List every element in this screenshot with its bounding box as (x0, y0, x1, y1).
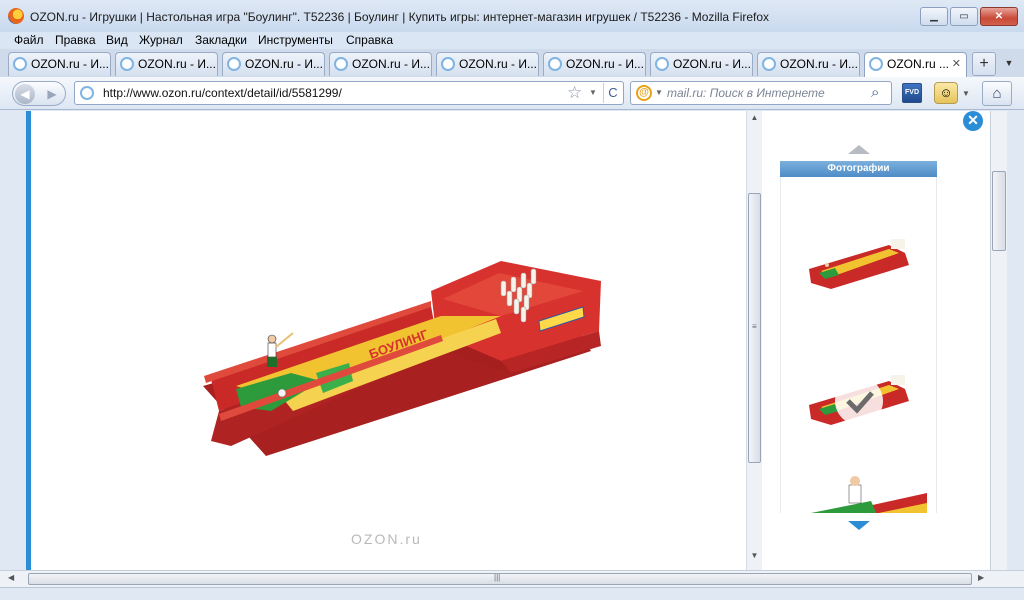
new-tab-button[interactable]: + (972, 52, 996, 76)
ozon-watermark: OZON.ru (351, 531, 422, 547)
scroll-up-arrow-icon[interactable]: ▲ (747, 113, 762, 127)
ozon-favicon-icon (869, 57, 883, 71)
photos-header: Фотографии (780, 161, 937, 177)
photo-thumbnail-2-selected[interactable] (791, 343, 927, 443)
tab-3[interactable]: OZON.ru - И... (222, 52, 325, 76)
menu-view[interactable]: Вид (106, 33, 128, 47)
page-content: БОУЛИНГ OZON.ru ▲ ≡ ▼ ✕ Фотографии ◀ |||… (0, 111, 1024, 600)
url-bar[interactable]: http://www.ozon.ru/context/detail/id/558… (74, 81, 624, 105)
menu-help[interactable]: Справка (346, 33, 393, 47)
scroll-down-arrow-icon[interactable]: ▼ (747, 551, 762, 565)
addon-dropdown-icon[interactable]: ▼ (962, 89, 970, 98)
menu-edit[interactable]: Правка (55, 33, 96, 47)
tab-label: OZON.ru - И... (352, 57, 430, 71)
history-dropdown-icon[interactable]: ▼ (589, 88, 597, 97)
thumbnail-list (780, 177, 937, 513)
search-bar[interactable]: @ ▼ mail.ru: Поиск в Интернете ⌕ (630, 81, 892, 105)
search-icon[interactable]: ⌕ (871, 84, 879, 101)
close-viewer-button[interactable]: ✕ (963, 111, 983, 131)
scroll-right-arrow-icon[interactable]: ▶ (978, 573, 984, 582)
ozon-favicon-icon (548, 57, 562, 71)
bookmark-star-icon[interactable]: ☆ (567, 83, 582, 103)
tab-label: OZON.ru - И... (780, 57, 858, 71)
url-text[interactable]: http://www.ozon.ru/context/detail/id/558… (103, 86, 342, 100)
site-identity-icon[interactable] (80, 86, 94, 100)
ozon-favicon-icon (762, 57, 776, 71)
bowling-toy-image: БОУЛИНГ (203, 261, 601, 456)
tab-9-active[interactable]: OZON.ru ... ✕ (864, 52, 967, 77)
tab-label: OZON.ru - И... (138, 57, 216, 71)
back-forward-group: ◀ ▶ (12, 81, 66, 106)
page-scrollbar[interactable] (990, 111, 1007, 570)
ozon-favicon-icon (441, 57, 455, 71)
tab-8[interactable]: OZON.ru - И... (757, 52, 860, 76)
horizontal-scroll-thumb[interactable]: ||| (28, 573, 972, 585)
viewer-scroll-thumb[interactable]: ≡ (748, 193, 761, 463)
home-button[interactable]: ⌂ (982, 81, 1012, 106)
tab-bar: OZON.ru - И... OZON.ru - И... OZON.ru - … (0, 49, 1024, 77)
tab-list-button[interactable]: ▼ (999, 52, 1019, 76)
back-button[interactable]: ◀ (15, 84, 35, 104)
status-bar (0, 587, 1024, 600)
forward-button[interactable]: ▶ (43, 85, 61, 103)
menu-bookmarks[interactable]: Закладки (195, 33, 247, 47)
tab-2[interactable]: OZON.ru - И... (115, 52, 218, 76)
ozon-favicon-icon (334, 57, 348, 71)
scroll-left-arrow-icon[interactable]: ◀ (8, 573, 14, 582)
reload-button[interactable]: C (603, 83, 622, 103)
scroll-grip-icon: ≡ (752, 322, 757, 331)
tab-label: OZON.ru - И... (459, 57, 537, 71)
tab-4[interactable]: OZON.ru - И... (329, 52, 432, 76)
addon-smiley-button[interactable]: ☺ (934, 82, 958, 104)
menu-tools[interactable]: Инструменты (258, 33, 333, 47)
tab-label: OZON.ru - И... (566, 57, 644, 71)
page-right-margin (1007, 111, 1024, 570)
firefox-logo-icon (8, 8, 24, 24)
ozon-favicon-icon (655, 57, 669, 71)
close-window-button[interactable]: ✕ (980, 7, 1018, 26)
page-left-margin (0, 111, 26, 570)
product-photo: БОУЛИНГ (203, 261, 601, 456)
tab-close-icon[interactable]: ✕ (952, 53, 961, 75)
tab-label: OZON.ru - И... (31, 57, 109, 71)
menu-bar: Файл Правка Вид Журнал Закладки Инструме… (0, 32, 1024, 49)
menu-file[interactable]: Файл (14, 33, 44, 47)
title-bar: OZON.ru - Игрушки | Настольная игра "Боу… (0, 0, 1024, 32)
tab-label: OZON.ru ... (887, 57, 950, 71)
tab-label: OZON.ru - И... (673, 57, 751, 71)
maximize-button[interactable]: ▭ (950, 7, 978, 26)
menu-history[interactable]: Журнал (139, 33, 183, 47)
minimize-button[interactable]: ▁ (920, 7, 948, 26)
horizontal-scrollbar[interactable]: ◀ ||| ▶ (0, 570, 1024, 587)
viewer-scrollbar[interactable]: ▲ ≡ ▼ (746, 111, 762, 570)
tab-label: OZON.ru - И... (245, 57, 323, 71)
photo-thumbnail-1[interactable] (791, 207, 927, 307)
ozon-favicon-icon (13, 57, 27, 71)
thumbnails-down-arrow-icon[interactable] (848, 521, 870, 530)
thumbnails-up-arrow-icon[interactable] (848, 145, 870, 154)
scroll-grip-icon: ||| (494, 573, 501, 582)
window-title: OZON.ru - Игрушки | Настольная игра "Боу… (30, 10, 770, 24)
fvd-downloader-button[interactable]: FVD (902, 83, 922, 103)
tab-7[interactable]: OZON.ru - И... (650, 52, 753, 76)
tab-5[interactable]: OZON.ru - И... (436, 52, 539, 76)
search-engine-dropdown-icon[interactable]: ▼ (655, 88, 663, 97)
ozon-favicon-icon (120, 57, 134, 71)
tab-6[interactable]: OZON.ru - И... (543, 52, 646, 76)
page-scroll-thumb[interactable] (992, 171, 1006, 251)
mailru-search-engine-icon[interactable]: @ (636, 85, 652, 101)
tab-1[interactable]: OZON.ru - И... (8, 52, 111, 76)
search-input[interactable]: mail.ru: Поиск в Интернете (667, 86, 825, 100)
photo-thumbnail-3[interactable] (791, 463, 927, 513)
thumbnail-panel: ✕ Фотографии (762, 111, 990, 570)
ozon-favicon-icon (227, 57, 241, 71)
navigation-toolbar: ◀ ▶ http://www.ozon.ru/context/detail/id… (0, 77, 1024, 110)
photo-viewer: БОУЛИНГ OZON.ru (31, 111, 746, 570)
